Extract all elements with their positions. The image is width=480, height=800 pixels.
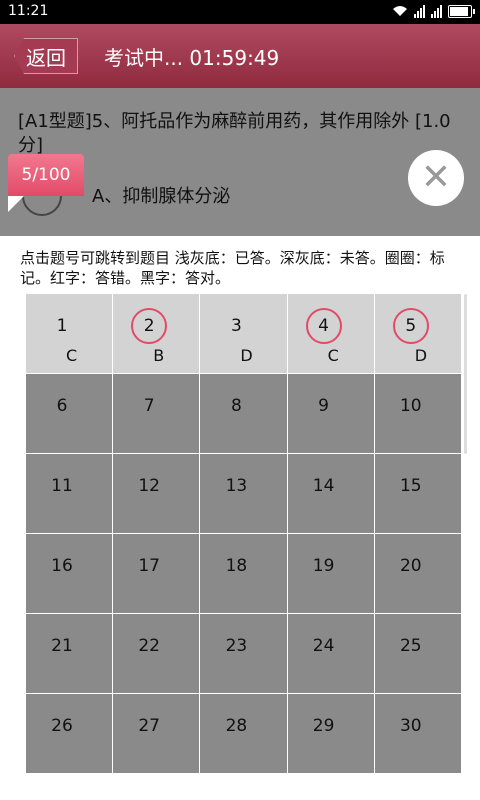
question-number: 30 <box>399 716 422 736</box>
question-number: 2 <box>131 308 168 344</box>
question-answer: C <box>327 346 339 365</box>
signal-icon-2 <box>431 4 442 18</box>
question-number: 8 <box>230 396 242 416</box>
question-cell[interactable]: 3D <box>200 294 288 374</box>
question-cell[interactable]: 8 <box>200 374 288 454</box>
question-answer: D <box>240 346 253 365</box>
question-cell[interactable]: 30 <box>374 694 462 774</box>
question-number: 27 <box>138 716 160 736</box>
question-number: 6 <box>56 396 68 416</box>
option-a-text[interactable]: A、抑制腺体分泌 <box>92 182 230 208</box>
question-cell[interactable]: 7 <box>113 374 201 454</box>
question-cell[interactable]: 10 <box>374 374 462 454</box>
question-cell[interactable]: 5D <box>374 294 462 374</box>
question-cell[interactable]: 18 <box>200 534 288 614</box>
question-cell[interactable]: 11 <box>26 454 114 534</box>
question-number: 5 <box>392 308 429 344</box>
question-number: 1 <box>56 316 68 336</box>
question-cell[interactable]: 15 <box>374 454 462 534</box>
question-number: 15 <box>399 476 422 496</box>
question-answer: B <box>153 346 165 365</box>
question-cell[interactable]: 14 <box>287 454 375 534</box>
question-cell[interactable]: 9 <box>287 374 375 454</box>
question-cell[interactable]: 17 <box>113 534 201 614</box>
status-icons <box>392 4 475 18</box>
question-number: 3 <box>230 316 242 336</box>
status-time: 11:21 <box>8 3 49 19</box>
question-number: 21 <box>51 636 73 656</box>
progress-badge-tail <box>8 196 24 212</box>
question-number: 19 <box>312 556 335 576</box>
question-text: [A1型题]5、阿托品作为麻醉前用药，其作用除外 [1.0分] <box>18 111 451 156</box>
question-grid: 1 C 2 B 3 D 4 C 5 D 6 7 8 9 10 11 12 13 14 15 16 17 18 19 20 21 22… <box>25 294 462 774</box>
question-number: 18 <box>225 556 248 576</box>
question-cell[interactable]: 25 <box>374 614 462 694</box>
battery-icon <box>448 4 475 18</box>
question-cell[interactable]: 26 <box>26 694 114 774</box>
question-number: 25 <box>399 636 422 656</box>
question-cell[interactable]: 27 <box>113 694 201 774</box>
question-cell[interactable]: 16 <box>26 534 114 614</box>
question-number: 7 <box>143 396 155 416</box>
question-number: 9 <box>318 396 329 416</box>
question-cell[interactable]: 4C <box>287 294 375 374</box>
question-cell[interactable]: 12 <box>113 454 201 534</box>
back-button[interactable]: 返回 <box>14 38 78 74</box>
question-index-panel: 点击题号可跳转到题目 浅灰底：已答。深灰底：未答。圈圈：标记。红字：答错。黑字：… <box>0 236 480 800</box>
progress-badge: 5/100 <box>8 154 84 196</box>
status-bar: 11:21 <box>0 0 480 24</box>
question-number: 16 <box>51 556 73 576</box>
question-cell[interactable]: 19 <box>287 534 375 614</box>
question-cell[interactable]: 22 <box>113 614 201 694</box>
question-answer: D <box>414 346 428 365</box>
question-number: 20 <box>399 556 422 576</box>
question-number: 17 <box>138 556 160 576</box>
question-number: 12 <box>138 476 160 496</box>
question-number: 26 <box>51 716 73 736</box>
question-number: 22 <box>138 636 160 656</box>
legend-text: 点击题号可跳转到题目 浅灰底：已答。深灰底：未答。圈圈：标记。红字：答错。黑字：… <box>20 249 445 287</box>
signal-icon <box>414 4 425 18</box>
close-icon: ✕ <box>420 157 452 198</box>
question-cell[interactable]: 24 <box>287 614 375 694</box>
question-number: 4 <box>305 308 342 344</box>
question-answer: C <box>66 346 78 365</box>
question-cell[interactable]: 2B <box>113 294 201 374</box>
question-cell[interactable]: 21 <box>26 614 114 694</box>
question-cell[interactable]: 29 <box>287 694 375 774</box>
question-number: 29 <box>312 716 335 736</box>
question-cell[interactable]: 28 <box>200 694 288 774</box>
question-number: 11 <box>51 476 73 496</box>
question-number: 14 <box>312 476 335 496</box>
question-number: 23 <box>225 636 248 656</box>
question-number: 24 <box>312 636 335 656</box>
close-button[interactable]: ✕ <box>408 150 464 206</box>
question-number: 10 <box>399 396 422 416</box>
question-number: 28 <box>225 716 248 736</box>
question-cell[interactable]: 1C <box>26 294 114 374</box>
question-cell[interactable]: 23 <box>200 614 288 694</box>
question-cell[interactable]: 20 <box>374 534 462 614</box>
question-number: 13 <box>225 476 248 496</box>
app-header: 返回 考试中... 01:59:49 <box>0 24 480 88</box>
exam-title-timer: 考试中... 01:59:49 <box>104 46 280 70</box>
scrollbar[interactable] <box>464 294 467 454</box>
question-cell[interactable]: 6 <box>26 374 114 454</box>
question-cell[interactable]: 13 <box>200 454 288 534</box>
wifi-icon <box>393 6 407 16</box>
